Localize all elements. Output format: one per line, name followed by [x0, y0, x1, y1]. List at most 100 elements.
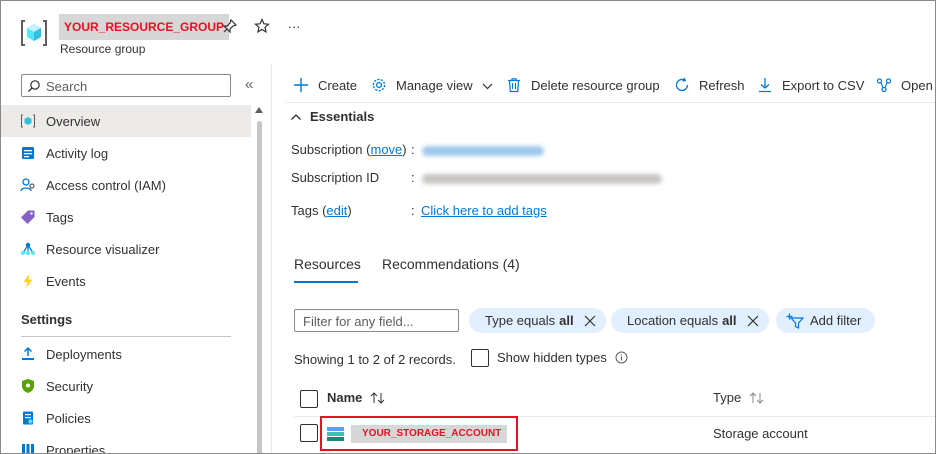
sidebar-item-policies[interactable]: Policies [1, 402, 251, 434]
settings-section-header: Settings [21, 312, 73, 327]
search-input[interactable]: Search [21, 74, 231, 97]
close-icon[interactable] [584, 315, 596, 327]
sidebar-item-events[interactable]: Events [1, 265, 251, 297]
sort-icon [749, 391, 764, 404]
show-hidden-types-label: Show hidden types [497, 350, 607, 365]
tags-label-close: ) [347, 203, 352, 218]
manage-view-label: Manage view [396, 77, 473, 93]
show-hidden-types-checkbox[interactable] [471, 349, 489, 367]
sidebar-scrollbar[interactable] [257, 121, 262, 453]
more-options-icon[interactable]: ··· [284, 16, 304, 36]
refresh-icon [673, 76, 691, 94]
active-tab-indicator [294, 281, 358, 283]
pin-icon[interactable] [220, 16, 240, 36]
export-label: Export to CSV [782, 77, 865, 93]
sidebar-divider [271, 63, 272, 453]
info-icon[interactable] [615, 351, 628, 364]
storage-account-icon [327, 427, 344, 441]
sidebar-item-security[interactable]: Security [1, 370, 251, 402]
select-all-checkbox[interactable] [300, 390, 318, 408]
subscription-id-label: Subscription ID [291, 170, 380, 185]
query-icon [875, 76, 893, 94]
sidebar-item-label: Activity log [46, 145, 109, 161]
column-header-type-label: Type [713, 390, 742, 405]
column-header-type[interactable]: Type [713, 390, 765, 405]
sidebar-item-label: Tags [46, 209, 74, 225]
sidebar-item-deployments[interactable]: Deployments [1, 338, 251, 370]
column-header-name[interactable]: Name [327, 390, 386, 405]
sidebar-item-label: Overview [46, 113, 101, 129]
essentials-title: Essentials [310, 109, 375, 124]
sidebar-item-label: Resource visualizer [46, 241, 160, 257]
add-filter-button[interactable]: Add filter [776, 308, 876, 333]
trash-icon [505, 76, 523, 94]
search-placeholder: Search [46, 79, 88, 94]
download-icon [756, 76, 774, 94]
column-header-name-label: Name [327, 390, 363, 405]
subscription-label: Subscription (move) [291, 142, 407, 157]
delete-resource-group-button[interactable]: Delete resource group [505, 74, 660, 96]
type-filter-pill[interactable]: Type equals all [469, 308, 606, 333]
resource-type: Storage account [713, 426, 808, 441]
tab-resources[interactable]: Resources [294, 256, 361, 272]
lightning-icon [20, 273, 36, 289]
tags-label: Tags (edit) [291, 203, 352, 218]
activity-log-icon [20, 145, 36, 161]
collapse-sidebar-icon[interactable]: « [245, 76, 253, 93]
colon: : [411, 170, 415, 185]
edit-tags-link[interactable]: edit [326, 203, 347, 218]
open-query-button[interactable]: Open [875, 74, 933, 96]
tab-recommendations[interactable]: Recommendations (4) [382, 256, 520, 272]
delete-label: Delete resource group [531, 77, 660, 93]
row-checkbox[interactable] [300, 424, 318, 442]
resource-name-link[interactable]: YOUR_STORAGE_ACCOUNT [351, 425, 507, 443]
sidebar-item-properties[interactable]: Properties [1, 434, 251, 453]
search-icon [28, 80, 40, 92]
sidebar-item-activity-log[interactable]: Activity log [1, 137, 251, 169]
location-filter-label: Location equals [627, 313, 719, 328]
sidebar-item-overview[interactable]: Overview [1, 105, 251, 137]
close-icon[interactable] [747, 315, 759, 327]
favorite-star-icon[interactable] [252, 16, 272, 36]
deployments-icon [20, 346, 36, 362]
shield-icon [20, 378, 36, 394]
add-filter-label: Add filter [810, 313, 862, 328]
manage-view-button[interactable]: Manage view [370, 74, 493, 96]
refresh-label: Refresh [699, 77, 745, 93]
policies-icon [20, 410, 36, 426]
move-link[interactable]: move [370, 142, 402, 157]
iam-icon [20, 177, 36, 193]
sort-icon [371, 391, 385, 404]
chevron-up-icon [291, 113, 301, 120]
scroll-up-arrow[interactable] [255, 107, 263, 113]
properties-icon [20, 442, 36, 453]
tags-label-text: Tags ( [291, 203, 327, 218]
subscription-name-redacted[interactable] [422, 146, 544, 156]
page-subtitle: Resource group [60, 42, 146, 56]
sidebar-item-label: Events [46, 273, 86, 289]
subscription-id-redacted [422, 174, 662, 184]
sidebar-item-iam[interactable]: Access control (IAM) [1, 169, 251, 201]
create-button[interactable]: Create [292, 74, 357, 96]
plus-icon [292, 76, 310, 94]
resource-group-icon [20, 18, 48, 48]
location-filter-pill[interactable]: Location equals all [611, 308, 769, 333]
gear-icon [370, 76, 388, 94]
section-divider [21, 336, 231, 337]
add-filter-icon [786, 313, 804, 329]
sidebar-item-tags[interactable]: Tags [1, 201, 251, 233]
overview-icon [20, 113, 36, 129]
create-label: Create [318, 77, 358, 93]
export-csv-button[interactable]: Export to CSV [756, 74, 864, 96]
records-count: Showing 1 to 2 of 2 records. [294, 352, 456, 367]
resource-group-page: YOUR_RESOURCE_GROUP Resource group ··· S… [0, 0, 936, 454]
filter-placeholder: Filter for any field... [303, 314, 414, 329]
essentials-toggle[interactable]: Essentials [290, 109, 374, 124]
type-filter-value: all [559, 313, 574, 328]
page-title: YOUR_RESOURCE_GROUP [59, 14, 230, 40]
sidebar-item-resource-visualizer[interactable]: Resource visualizer [1, 233, 251, 265]
add-tags-link[interactable]: Click here to add tags [421, 203, 547, 218]
tag-icon [20, 209, 36, 225]
refresh-button[interactable]: Refresh [673, 74, 745, 96]
filter-input[interactable]: Filter for any field... [294, 309, 459, 332]
